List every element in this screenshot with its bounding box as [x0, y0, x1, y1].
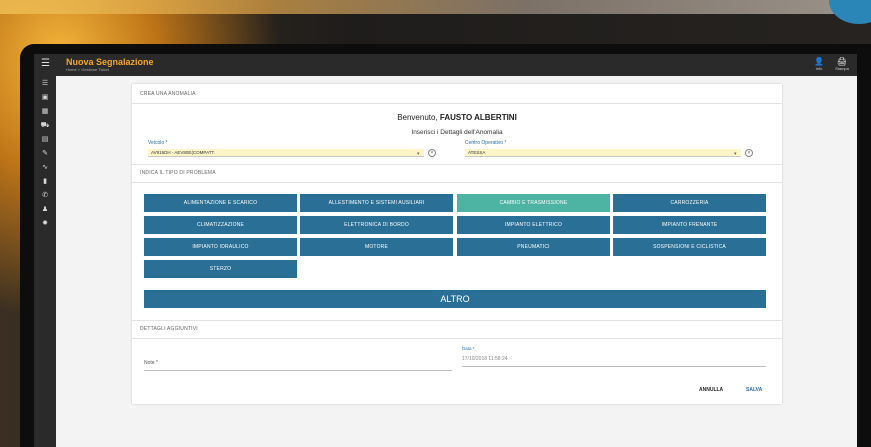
truck-icon: ⛟	[40, 122, 50, 129]
problem-section-title: INDICA IL TIPO DI PROBLEMA	[140, 170, 216, 176]
hamburger-menu-icon[interactable]: ☰	[41, 58, 50, 69]
welcome-message: Benvenuto, FAUSTO ALBERTINI	[132, 113, 782, 122]
divider	[132, 164, 782, 165]
app-header: ☰ Nuova Segnalazione Home > Gestione Tic…	[34, 54, 857, 76]
category-sospensioni-button[interactable]: SOSPENSIONI E CICLISTICA	[613, 238, 766, 256]
sidebar: ☰ ▣ ▦ ⛟ ▤ ✎ ∿ ▮ ✆ ♟ ✹	[34, 76, 56, 447]
category-motore-button[interactable]: MOTORE	[300, 238, 453, 256]
date-label: Data *	[462, 346, 475, 351]
divider	[132, 182, 782, 183]
phone-icon: ✆	[42, 192, 48, 199]
car-icon: ▤	[41, 136, 49, 143]
header-user-button[interactable]: 👤 Info	[809, 57, 829, 71]
category-climatizzazione-button[interactable]: CLIMATIZZAZIONE	[144, 216, 297, 234]
divider	[132, 103, 782, 104]
user-name: FAUSTO ALBERTINI	[439, 113, 517, 122]
note-input[interactable]	[144, 370, 452, 371]
vehicle-clear-icon[interactable]: ×	[428, 149, 436, 157]
center-value: ATESSA	[468, 150, 486, 155]
category-sterzo-button[interactable]: STERZO	[144, 260, 297, 278]
form-section-title: CREA UNA ANOMALIA	[140, 91, 196, 97]
dashboard-icon: ▣	[41, 94, 49, 101]
date-input-underline	[462, 366, 766, 367]
details-section-title: DETTAGLI AGGIUNTIVI	[140, 326, 198, 332]
calendar-icon: ▦	[41, 108, 49, 115]
category-allestimento-button[interactable]: ALLESTIMENTO E SISTEMI AUSILIARI	[300, 194, 453, 212]
menu-icon: ☰	[41, 80, 49, 87]
category-carrozzeria-button[interactable]: CARROZZERIA	[613, 194, 766, 212]
vehicle-select[interactable]: AV916DH - AEV80E(COMPATT. ▾	[148, 149, 424, 157]
category-elettronica-button[interactable]: ELETTRONICA DI BORDO	[300, 216, 453, 234]
anomaly-form-card: CREA UNA ANOMALIA Benvenuto, FAUSTO ALBE…	[132, 84, 782, 404]
sidebar-item-menu[interactable]: ☰	[34, 78, 56, 90]
sidebar-item-truck[interactable]: ⛟	[34, 120, 56, 132]
fuel-icon: ▮	[43, 178, 47, 185]
background-top-strip	[0, 0, 871, 14]
chart-icon: ∿	[42, 164, 48, 171]
breadcrumb: Home > Gestione Ticket	[66, 67, 109, 72]
category-impianto-idraulico-button[interactable]: IMPIANTO IDRAULICO	[144, 238, 297, 256]
sidebar-item-chart[interactable]: ∿	[34, 162, 56, 174]
sidebar-item-wrench[interactable]: ✎	[34, 148, 56, 160]
users-icon: ♟	[41, 206, 49, 213]
sidebar-item-calendar[interactable]: ▦	[34, 106, 56, 118]
divider	[132, 320, 782, 321]
center-clear-icon[interactable]: ×	[745, 149, 753, 157]
save-button[interactable]: SALVA	[746, 387, 762, 393]
category-cambio-button[interactable]: CAMBIO E TRASMISSIONE	[457, 194, 610, 212]
settings-icon: ✹	[42, 220, 48, 227]
form-subtitle: Inserisci i Dettagli dell'Anomalia	[411, 129, 503, 136]
sidebar-item-users[interactable]: ♟	[34, 204, 56, 216]
chevron-down-icon: ▾	[734, 151, 737, 157]
welcome-prefix: Benvenuto,	[397, 113, 438, 122]
sidebar-item-car[interactable]: ▤	[34, 134, 56, 146]
main-content: CREA UNA ANOMALIA Benvenuto, FAUSTO ALBE…	[56, 76, 857, 447]
date-value[interactable]: 17/10/2018 11:58:24	[462, 356, 508, 362]
sidebar-item-fuel[interactable]: ▮	[34, 176, 56, 188]
divider	[132, 338, 782, 339]
header-user-label: Info	[815, 66, 823, 71]
sidebar-item-dashboard[interactable]: ▣	[34, 92, 56, 104]
sidebar-item-phone[interactable]: ✆	[34, 190, 56, 202]
category-alimentazione-button[interactable]: ALIMENTAZIONE E SCARICO	[144, 194, 297, 212]
header-print-button[interactable]: 🖨 Stampa	[832, 57, 852, 71]
other-category-button[interactable]: ALTRO	[144, 290, 766, 308]
category-impianto-frenante-button[interactable]: IMPIANTO FRENANTE	[613, 216, 766, 234]
vehicle-label: Veicolo *	[148, 140, 168, 146]
header-print-label: Stampa	[835, 66, 849, 71]
app-screen: ☰ Nuova Segnalazione Home > Gestione Tic…	[34, 54, 857, 447]
chevron-down-icon: ▾	[417, 151, 420, 157]
center-select[interactable]: ATESSA ▾	[465, 149, 741, 157]
wrench-icon: ✎	[42, 150, 48, 157]
page-title: Nuova Segnalazione	[66, 57, 154, 67]
category-impianto-elettrico-button[interactable]: IMPIANTO ELETTRICO	[457, 216, 610, 234]
cancel-button[interactable]: ANNULLA	[699, 387, 723, 393]
center-label: Centro Operativo *	[465, 140, 507, 146]
category-pneumatici-button[interactable]: PNEUMATICI	[457, 238, 610, 256]
note-label: Note *	[144, 360, 158, 366]
print-icon: 🖨	[836, 57, 848, 66]
vehicle-value: AV916DH - AEV80E(COMPATT.	[151, 150, 216, 155]
sidebar-item-settings[interactable]: ✹	[34, 218, 56, 230]
user-icon: 👤	[814, 57, 824, 66]
